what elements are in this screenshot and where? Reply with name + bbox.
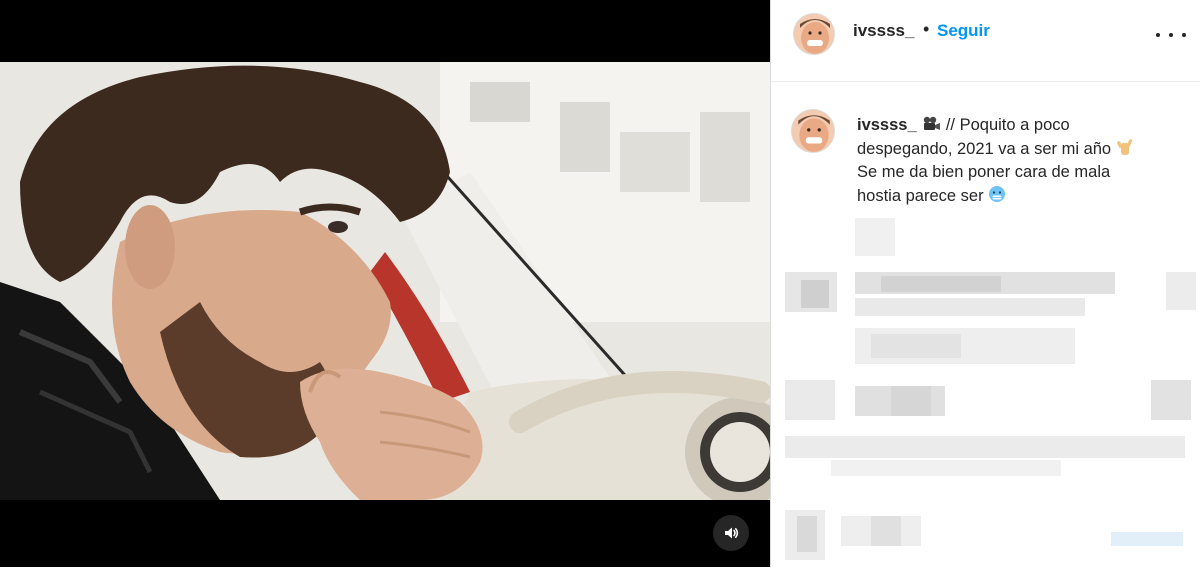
video-still (0, 62, 770, 500)
separator-dot: • (923, 19, 930, 39)
caption-username[interactable]: ivssss_ (857, 116, 917, 134)
post-side-panel: ivssss_ • Seguir ivssss_ // Poquito a po… (770, 0, 1200, 567)
post-media[interactable] (0, 0, 770, 567)
caption-line-3: Se me da bien poner cara de mala (857, 163, 1111, 181)
call-me-hand-icon (1116, 138, 1132, 155)
follow-button[interactable]: Seguir (937, 21, 990, 41)
blurred-comments (771, 210, 1200, 567)
more-options-icon[interactable] (1156, 24, 1186, 46)
caption-avatar[interactable] (791, 109, 835, 153)
speaker-icon (725, 527, 739, 539)
avatar[interactable] (793, 13, 835, 55)
caption-line-1: // Poquito a poco (941, 116, 1070, 134)
video-frame[interactable] (0, 62, 770, 500)
post-caption: ivssss_ // Poquito a poco despegando, 20… (857, 114, 1177, 208)
sound-toggle-button[interactable] (713, 515, 749, 551)
caption-line-4: hostia parece ser (857, 186, 984, 205)
username-link[interactable]: ivssss_ (853, 21, 914, 41)
cold-face-icon (989, 185, 1006, 202)
movie-camera-icon (924, 116, 941, 130)
caption-line-2: despegando, 2021 va a ser mi año (857, 139, 1112, 158)
post-header: ivssss_ • Seguir (771, 0, 1200, 82)
